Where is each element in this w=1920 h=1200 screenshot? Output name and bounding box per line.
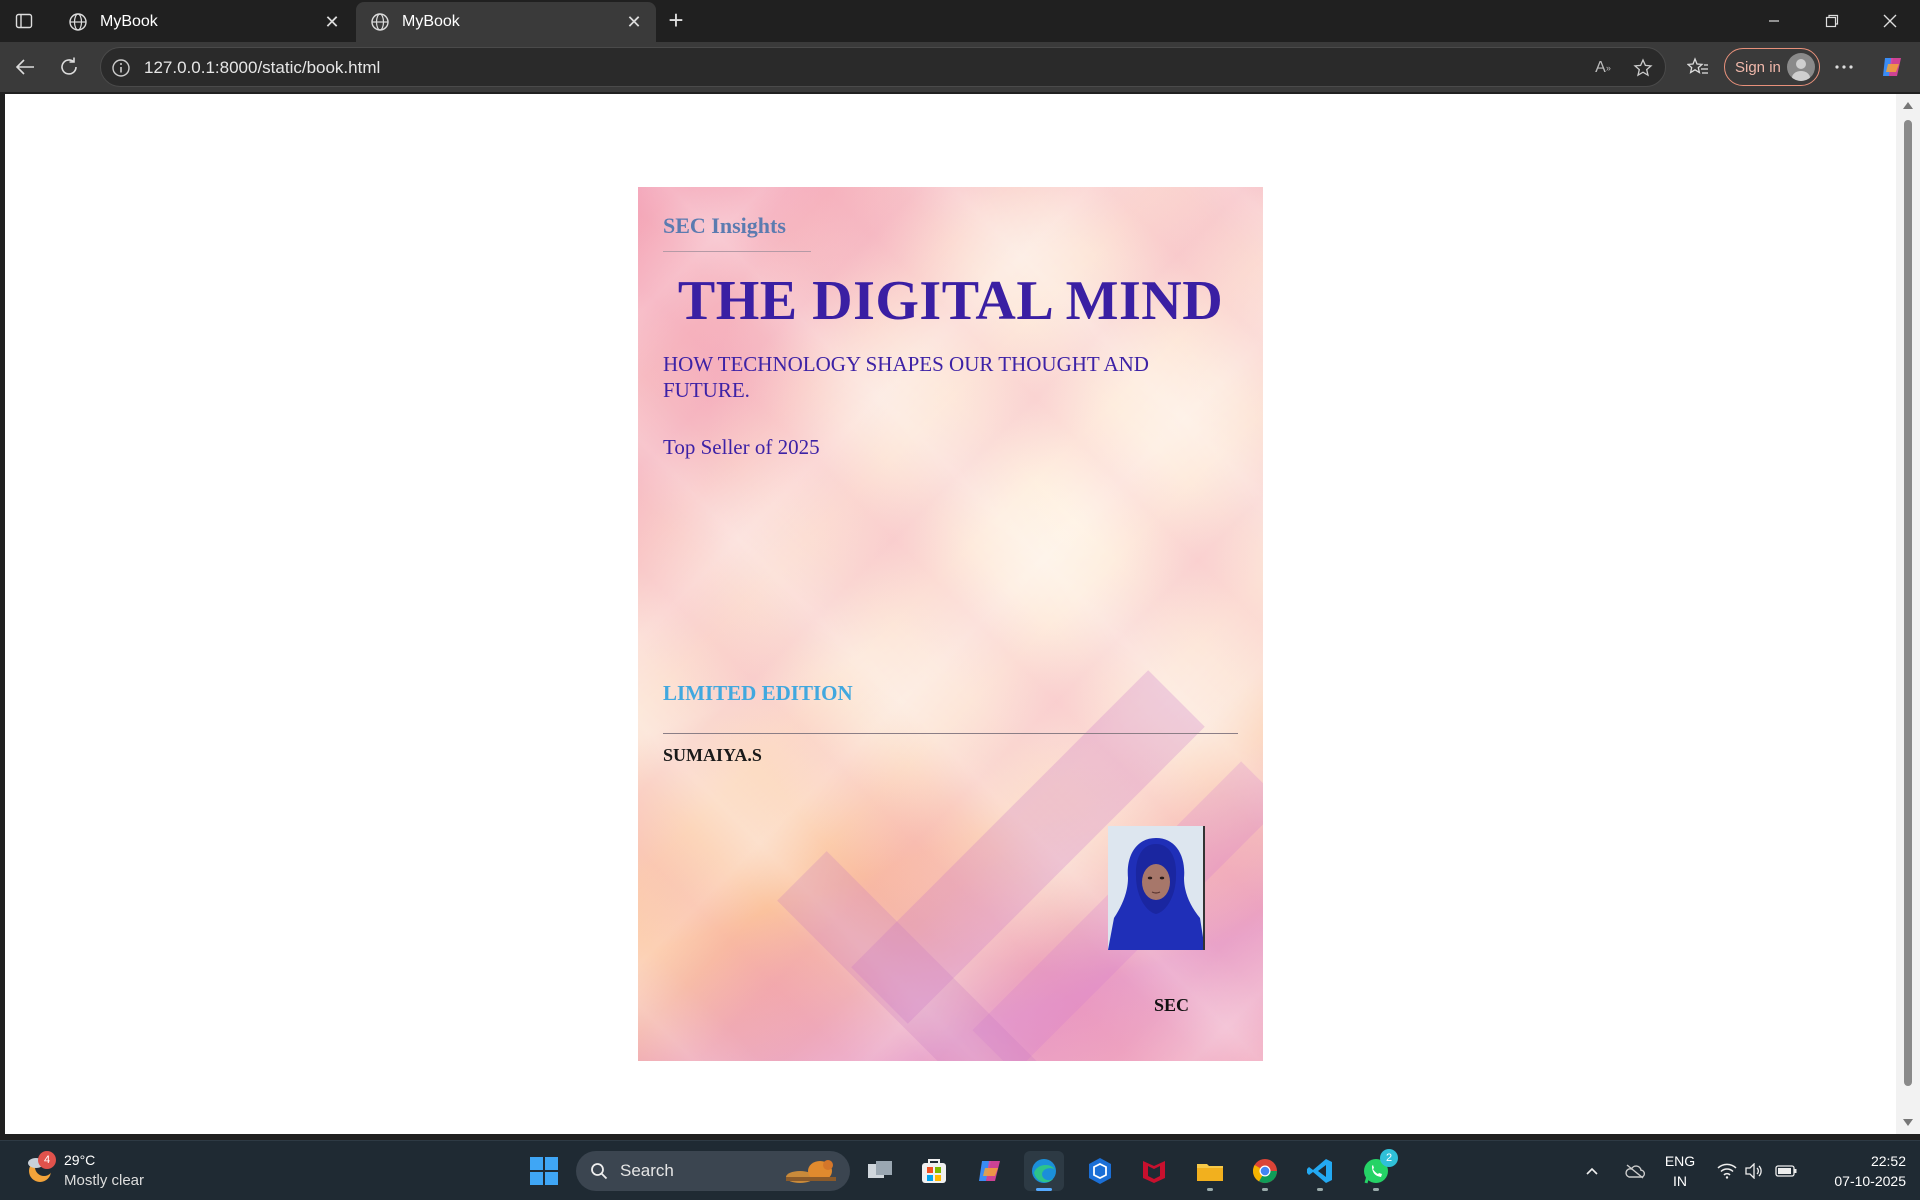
region-code: IN bbox=[1673, 1173, 1687, 1189]
book-cover: SEC Insights THE DIGITAL MIND HOW TECHNO… bbox=[638, 187, 1263, 1061]
page-viewport: SEC Insights THE DIGITAL MIND HOW TECHNO… bbox=[5, 94, 1896, 1134]
taskbar: 4 29°C Mostly clear Search 2 ENG IN 22:5… bbox=[0, 1140, 1920, 1200]
running-indicator bbox=[1207, 1188, 1213, 1191]
running-indicator bbox=[1317, 1188, 1323, 1191]
book-subtitle: HOW TECHNOLOGY SHAPES OUR THOUGHT AND FU… bbox=[663, 352, 1149, 402]
tab-label: MyBook bbox=[100, 13, 158, 30]
tab-actions-icon[interactable] bbox=[10, 8, 38, 34]
search-icon bbox=[591, 1163, 608, 1180]
tab-mybook-1[interactable]: MyBook ✕ bbox=[54, 2, 354, 42]
scroll-down-icon[interactable] bbox=[1903, 1119, 1913, 1126]
mcafee-icon[interactable] bbox=[1134, 1151, 1174, 1191]
edition-label: LIMITED EDITION bbox=[663, 681, 853, 705]
search-placeholder: Search bbox=[620, 1161, 674, 1180]
title-bar: MyBook ✕ MyBook ✕ + bbox=[0, 0, 1920, 42]
sign-in-button[interactable]: Sign in bbox=[1724, 48, 1820, 86]
sign-in-label: Sign in bbox=[1735, 58, 1781, 76]
weather-widget[interactable]: 4 29°C Mostly clear bbox=[20, 1149, 200, 1193]
book-brand: SEC Insights bbox=[663, 213, 786, 238]
weather-badge: 4 bbox=[38, 1151, 56, 1169]
close-tab-icon[interactable]: ✕ bbox=[626, 13, 642, 31]
tab-label: MyBook bbox=[402, 13, 460, 30]
vscode-icon[interactable] bbox=[1300, 1151, 1340, 1191]
favorite-star-icon[interactable] bbox=[1631, 56, 1655, 80]
scroll-up-icon[interactable] bbox=[1903, 102, 1913, 109]
show-hidden-icons-chevron-icon[interactable] bbox=[1580, 1141, 1604, 1200]
read-aloud-icon[interactable]: A» bbox=[1591, 56, 1615, 80]
notification-badge: 2 bbox=[1380, 1149, 1398, 1167]
scrollbar-thumb[interactable] bbox=[1904, 120, 1912, 1086]
taskbar-search[interactable]: Search bbox=[576, 1151, 850, 1191]
browser-toolbar: 127.0.0.1:8000/static/book.html A» Sign … bbox=[0, 42, 1920, 92]
brand-divider bbox=[663, 251, 811, 252]
refresh-icon[interactable] bbox=[54, 52, 84, 82]
address-bar[interactable]: 127.0.0.1:8000/static/book.html A» bbox=[100, 47, 1666, 87]
clock-time: 22:52 bbox=[1870, 1153, 1906, 1169]
start-button[interactable] bbox=[524, 1151, 564, 1191]
author-name: SUMAIYA.S bbox=[663, 745, 762, 765]
restore-button[interactable] bbox=[1803, 0, 1861, 42]
favorites-icon[interactable] bbox=[1683, 52, 1713, 82]
book-title: THE DIGITAL MIND bbox=[677, 270, 1224, 332]
volume-icon[interactable] bbox=[1742, 1141, 1766, 1200]
whatsapp-icon[interactable]: 2 bbox=[1356, 1149, 1398, 1191]
author-photo bbox=[1108, 826, 1205, 950]
battery-icon[interactable] bbox=[1772, 1141, 1800, 1200]
more-options-icon[interactable] bbox=[1829, 52, 1859, 82]
avatar bbox=[1787, 53, 1815, 81]
microsoft-store-icon[interactable] bbox=[914, 1151, 954, 1191]
minimize-button[interactable] bbox=[1745, 0, 1803, 42]
url-text: 127.0.0.1:8000/static/book.html bbox=[144, 58, 381, 77]
site-info-icon[interactable] bbox=[111, 58, 131, 78]
input-language[interactable]: ENG IN bbox=[1660, 1151, 1700, 1191]
weather-temp: 29°C bbox=[64, 1152, 96, 1168]
book-tagline: Top Seller of 2025 bbox=[663, 435, 820, 459]
clock-date: 07-10-2025 bbox=[1834, 1173, 1906, 1189]
weather-condition: Mostly clear bbox=[64, 1172, 145, 1189]
running-indicator bbox=[1262, 1188, 1268, 1191]
wifi-icon[interactable] bbox=[1714, 1141, 1740, 1200]
tab-mybook-2[interactable]: MyBook ✕ bbox=[356, 2, 656, 42]
copilot-icon[interactable] bbox=[1877, 52, 1907, 82]
language-code: ENG bbox=[1664, 1153, 1696, 1169]
system-clock[interactable]: 22:52 07-10-2025 bbox=[1810, 1151, 1906, 1191]
globe-icon bbox=[69, 13, 87, 31]
active-indicator bbox=[1036, 1188, 1052, 1191]
vertical-scrollbar[interactable] bbox=[1896, 94, 1920, 1134]
new-tab-button[interactable]: + bbox=[662, 7, 690, 34]
author-divider bbox=[663, 733, 1238, 734]
copilot-app-icon[interactable] bbox=[970, 1151, 1010, 1191]
running-indicator bbox=[1373, 1188, 1379, 1191]
onedrive-offline-icon[interactable] bbox=[1620, 1141, 1650, 1200]
close-tab-icon[interactable]: ✕ bbox=[324, 13, 340, 31]
back-arrow-icon[interactable] bbox=[10, 52, 40, 82]
task-view-icon[interactable] bbox=[860, 1151, 900, 1191]
chrome-icon[interactable] bbox=[1245, 1151, 1285, 1191]
globe-icon bbox=[371, 13, 389, 31]
search-highlight-illustration bbox=[786, 1160, 836, 1183]
publisher-label: SEC bbox=[1154, 995, 1190, 1015]
edge-browser-icon[interactable] bbox=[1024, 1151, 1064, 1191]
security-app-icon[interactable] bbox=[1080, 1151, 1120, 1191]
file-explorer-icon[interactable] bbox=[1190, 1151, 1230, 1191]
close-window-button[interactable] bbox=[1861, 0, 1919, 42]
